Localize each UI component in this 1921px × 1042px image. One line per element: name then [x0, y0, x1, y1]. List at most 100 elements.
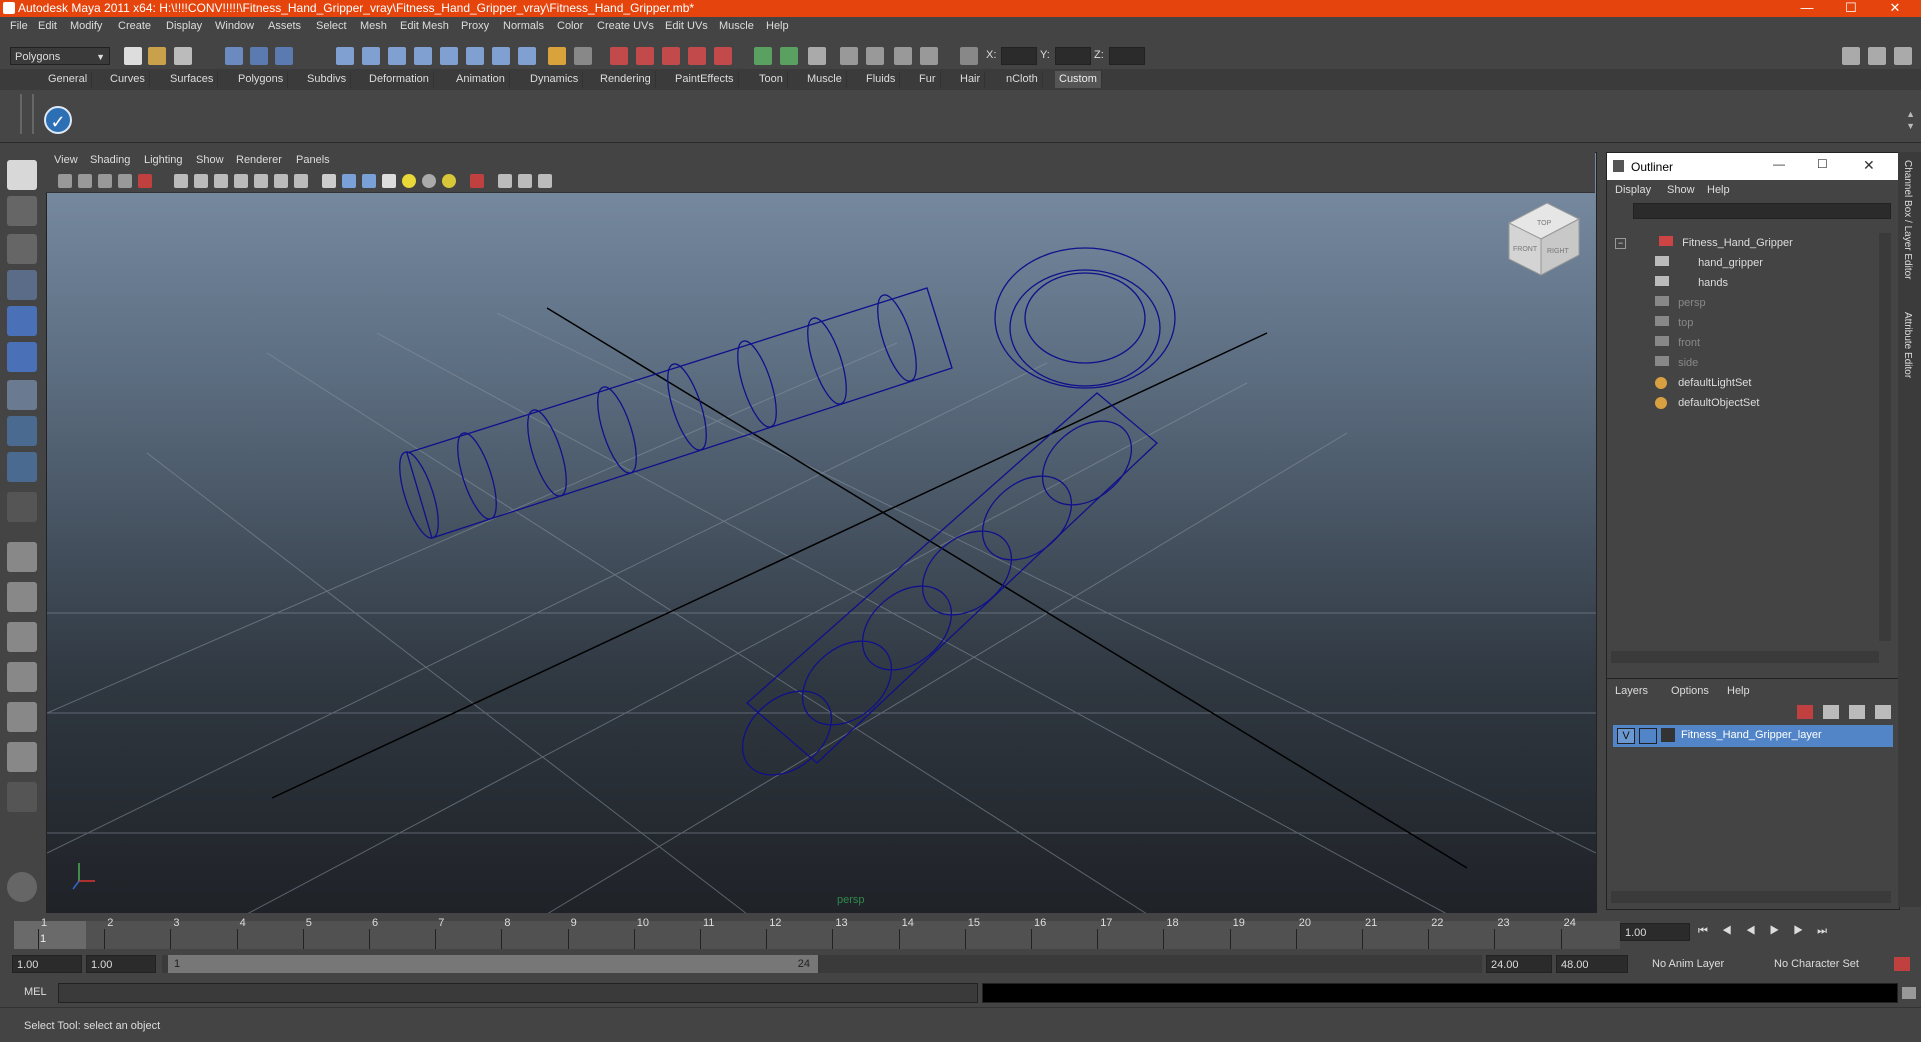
xray-joints-icon[interactable]: [498, 174, 512, 188]
hand-icon[interactable]: [7, 872, 37, 902]
tab-animation[interactable]: Animation: [452, 71, 510, 88]
hypershade-icon[interactable]: [780, 47, 798, 65]
tab-subdivs[interactable]: Subdivs: [303, 71, 352, 88]
lasso-tool-icon[interactable]: [7, 196, 37, 226]
outliner-horizontal-scrollbar[interactable]: [1611, 651, 1879, 663]
save-scene-icon[interactable]: [174, 47, 192, 65]
last-tool-icon[interactable]: [7, 492, 37, 522]
vp-menu-panels[interactable]: Panels: [296, 154, 330, 166]
vp-menu-show[interactable]: Show: [196, 154, 224, 166]
outliner-item-default-object-set[interactable]: defaultObjectSet: [1655, 393, 1759, 413]
command-input[interactable]: [58, 983, 978, 1003]
relationship-icon[interactable]: [894, 47, 912, 65]
shelf-scroll-icon[interactable]: ▲ ▼: [1906, 108, 1915, 132]
construction-history-icon[interactable]: [662, 47, 680, 65]
script-editor-icon[interactable]: [1902, 987, 1916, 999]
selection-mask-icon[interactable]: [574, 47, 592, 65]
all-lights-icon[interactable]: [422, 174, 436, 188]
y-field[interactable]: [1055, 47, 1091, 65]
tab-muscle[interactable]: Muscle: [803, 71, 847, 88]
select-component-icon[interactable]: [275, 47, 293, 65]
maximize-button[interactable]: ☐: [1836, 0, 1866, 17]
menu-modify[interactable]: Modify: [70, 20, 102, 32]
attribute-editor-toggle-icon[interactable]: [1868, 47, 1886, 65]
outliner-item-default-light-set[interactable]: defaultLightSet: [1655, 373, 1751, 393]
layer-row[interactable]: V Fitness_Hand_Gripper_layer: [1613, 725, 1893, 747]
resolution-gate-icon[interactable]: [518, 174, 532, 188]
shadows-icon[interactable]: [442, 174, 456, 188]
new-layer-icon[interactable]: [1797, 705, 1813, 719]
bounding-box-icon[interactable]: [234, 174, 248, 188]
outliner-menu-help[interactable]: Help: [1707, 184, 1730, 196]
menu-window[interactable]: Window: [215, 20, 254, 32]
layout-icon[interactable]: [808, 47, 826, 65]
new-scene-icon[interactable]: [124, 47, 142, 65]
tab-polygons[interactable]: Polygons: [234, 71, 289, 88]
shaded-cube-icon[interactable]: [322, 174, 336, 188]
outliner-filter-input[interactable]: [1633, 203, 1891, 219]
layers-menu-help[interactable]: Help: [1727, 685, 1750, 697]
outliner-menu-display[interactable]: Display: [1615, 184, 1651, 196]
transform-input-icon[interactable]: [960, 47, 978, 65]
tab-deformation[interactable]: Deformation: [365, 71, 434, 88]
menu-assets[interactable]: Assets: [268, 20, 301, 32]
layers-menu-layers[interactable]: Layers: [1615, 685, 1648, 697]
range-bar[interactable]: 1 24: [162, 955, 1482, 973]
ipr-render-icon[interactable]: [714, 47, 732, 65]
lock-icon[interactable]: [548, 47, 566, 65]
shelf-menu-handle[interactable]: [20, 94, 34, 134]
snap-point-icon[interactable]: [388, 47, 406, 65]
channel-box-toggle-icon[interactable]: [1842, 47, 1860, 65]
outliner-layout-icon[interactable]: [7, 622, 37, 652]
show-manipulator-icon[interactable]: [7, 452, 37, 482]
menu-mesh[interactable]: Mesh: [360, 20, 387, 32]
paint-select-tool-icon[interactable]: [7, 234, 37, 264]
select-tool-icon[interactable]: [7, 160, 37, 190]
outliner-item-side[interactable]: side: [1655, 353, 1698, 373]
outliner-menu-show[interactable]: Show: [1667, 184, 1695, 196]
select-object-icon[interactable]: [250, 47, 268, 65]
menu-edit-uvs[interactable]: Edit UVs: [665, 20, 708, 32]
graph-layout-icon[interactable]: [7, 662, 37, 692]
render-current-icon[interactable]: [688, 47, 706, 65]
outliner-item-front[interactable]: front: [1655, 333, 1700, 353]
layer-options-icon[interactable]: [1849, 705, 1865, 719]
four-pane-layout-icon[interactable]: [7, 582, 37, 612]
wireframe-icon[interactable]: [174, 174, 188, 188]
custom-shelf-check-icon[interactable]: ✓: [44, 106, 72, 134]
collapse-icon[interactable]: −: [1615, 238, 1626, 249]
hypershade-layout-icon[interactable]: [7, 702, 37, 732]
perspective-viewport[interactable]: TOP FRONT RIGHT persp: [46, 152, 1597, 915]
outliner-minimize-button[interactable]: —: [1773, 157, 1785, 171]
tab-toon[interactable]: Toon: [755, 71, 788, 88]
textured-icon[interactable]: [254, 174, 268, 188]
menu-display[interactable]: Display: [166, 20, 202, 32]
end-time-field[interactable]: 48.00: [1556, 955, 1628, 973]
output-ops-icon[interactable]: [636, 47, 654, 65]
tab-painteffects[interactable]: PaintEffects: [671, 71, 739, 88]
outliner-icon[interactable]: [866, 47, 884, 65]
outliner-item-hands[interactable]: hands: [1655, 273, 1728, 293]
tab-surfaces[interactable]: Surfaces: [166, 71, 219, 88]
command-language-label[interactable]: MEL: [24, 986, 47, 998]
textured-cube-icon[interactable]: [362, 174, 376, 188]
view-cube[interactable]: [1507, 202, 1581, 276]
tab-channel-box[interactable]: Channel Box / Layer Editor: [1902, 160, 1913, 280]
tab-dynamics[interactable]: Dynamics: [526, 71, 584, 88]
outliner-item-persp[interactable]: persp: [1655, 293, 1706, 313]
menu-select[interactable]: Select: [316, 20, 347, 32]
flat-shade-icon[interactable]: [214, 174, 228, 188]
checker-icon[interactable]: [382, 174, 396, 188]
outliner-close-button[interactable]: ✕: [1863, 157, 1875, 174]
time-slider[interactable]: 1 2 3 4 5 6 7 8 9 10 11 12 13 14 15 16 17 18 19 20 21 22 23 24 1…: [0, 913, 1921, 951]
playback-start-field[interactable]: 1.00: [86, 955, 156, 973]
menu-normals[interactable]: Normals: [503, 20, 544, 32]
outliner-item-hand-gripper[interactable]: hand_gripper: [1655, 253, 1763, 273]
start-time-field[interactable]: 1.00: [12, 955, 82, 973]
outliner-item-top[interactable]: top: [1655, 313, 1693, 333]
camera-select-icon[interactable]: [58, 174, 72, 188]
range-handle[interactable]: 1 24: [168, 955, 818, 973]
layers-menu-options[interactable]: Options: [1671, 685, 1709, 697]
shaded-wire-cube-icon[interactable]: [342, 174, 356, 188]
input-ops-icon[interactable]: [610, 47, 628, 65]
